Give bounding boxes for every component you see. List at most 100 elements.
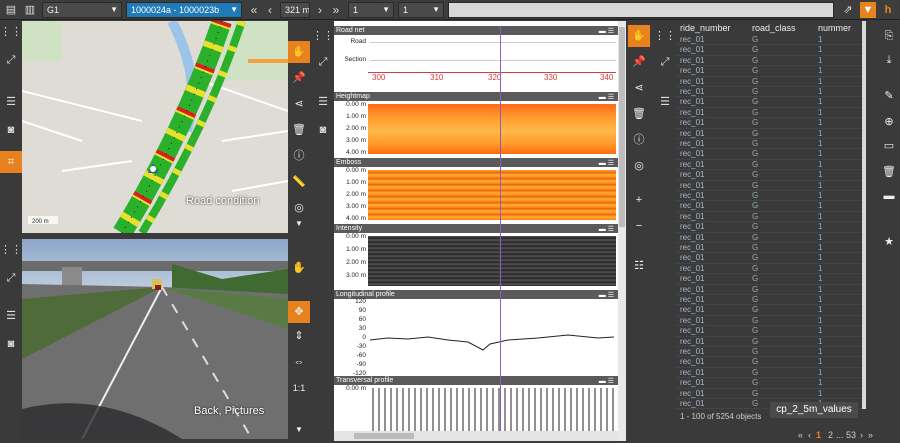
save-icon[interactable]: ▬ bbox=[878, 185, 900, 207]
menu-icon[interactable]: ▤ bbox=[3, 2, 19, 18]
next-icon[interactable]: › bbox=[312, 2, 328, 18]
position-input[interactable]: 321 m bbox=[280, 2, 310, 18]
share-icon[interactable]: ⋖ bbox=[628, 77, 650, 99]
camera-view[interactable]: Back, Pictures bbox=[22, 239, 288, 439]
table-row[interactable]: rec_01 G 1 bbox=[676, 337, 862, 347]
table-row[interactable]: rec_01 G 1 bbox=[676, 160, 862, 171]
panel-menu-icon[interactable]: ▬ ☰ bbox=[599, 291, 614, 300]
table-row[interactable]: rec_01 G 1 bbox=[676, 149, 862, 160]
table-row[interactable]: rec_01 G 1 bbox=[676, 368, 862, 379]
camera-icon[interactable]: ◙ bbox=[0, 333, 22, 355]
pagination-page[interactable]: 1 bbox=[816, 430, 821, 440]
search-input[interactable] bbox=[448, 2, 834, 18]
pagination-next[interactable]: › bbox=[860, 430, 863, 440]
grid-icon[interactable]: ⋮⋮ bbox=[312, 25, 334, 47]
panel-menu-icon[interactable]: ▬ ☰ bbox=[599, 27, 614, 36]
crop-icon[interactable]: ⌗ bbox=[0, 151, 22, 173]
pagination-page[interactable]: 53 bbox=[846, 430, 856, 440]
panel-menu-icon[interactable]: ▬ ☰ bbox=[599, 93, 614, 102]
table-row[interactable]: rec_01 G 1 bbox=[676, 264, 862, 275]
target-icon[interactable]: ◎ bbox=[628, 155, 650, 177]
intensity-image[interactable] bbox=[368, 236, 616, 286]
table-row[interactable]: rec_01 G 1 bbox=[676, 45, 862, 56]
sliders-icon[interactable]: ☰ bbox=[0, 91, 22, 113]
table-row[interactable]: rec_01 G 1 bbox=[676, 66, 862, 77]
pagination-first[interactable]: « bbox=[798, 430, 803, 440]
share-icon[interactable]: ⋖ bbox=[288, 93, 310, 115]
panel-menu-icon[interactable]: ▬ ☰ bbox=[599, 377, 614, 386]
table-row[interactable]: rec_01 G 1 bbox=[676, 274, 862, 285]
panel-menu-icon[interactable]: ▬ ☰ bbox=[599, 225, 614, 234]
columns-icon[interactable]: ▥ bbox=[22, 2, 38, 18]
hand-icon[interactable]: ✋ bbox=[628, 25, 650, 47]
filter-icon[interactable]: ▼ bbox=[860, 2, 876, 18]
camera-icon[interactable]: ◙ bbox=[312, 119, 334, 141]
pin-icon[interactable]: 📌 bbox=[628, 51, 650, 73]
vertical-scrollbar[interactable] bbox=[618, 21, 626, 441]
map-view[interactable]: 200 m Road condition bbox=[22, 21, 288, 233]
scale-one-to-one[interactable]: 1:1 bbox=[288, 377, 310, 399]
sliders-icon[interactable]: ☰ bbox=[312, 91, 334, 113]
pagination-prev[interactable]: ‹ bbox=[808, 430, 811, 440]
pagination-last[interactable]: » bbox=[868, 430, 873, 440]
table-row[interactable]: rec_01 G 1 bbox=[676, 357, 862, 368]
table-row[interactable]: rec_01 G 1 bbox=[676, 87, 862, 98]
trash-icon[interactable]: 🗑 bbox=[878, 161, 900, 183]
panel-menu-icon[interactable]: ▬ ☰ bbox=[599, 159, 614, 168]
table-row[interactable]: rec_01 G 1 bbox=[676, 35, 862, 46]
expand-icon[interactable]: ⤢ bbox=[0, 267, 22, 289]
table-row[interactable]: rec_01 G 1 bbox=[676, 170, 862, 181]
chevron-down-icon[interactable]: ▼ bbox=[288, 213, 310, 235]
sliders-icon[interactable]: ☰ bbox=[0, 305, 22, 327]
prev-icon[interactable]: ‹ bbox=[262, 2, 278, 18]
add-icon[interactable]: ⊕ bbox=[878, 111, 900, 133]
table-row[interactable]: rec_01 G 1 bbox=[676, 129, 862, 139]
move-icon[interactable]: ✥ bbox=[288, 301, 310, 323]
table-row[interactable]: rec_01 G 1 bbox=[676, 201, 862, 212]
table-row[interactable]: rec_01 G 1 bbox=[676, 97, 862, 108]
table-row[interactable]: rec_01 G 1 bbox=[676, 108, 862, 119]
table-row[interactable]: rec_01 G 1 bbox=[676, 233, 862, 243]
info-icon[interactable]: ⓘ bbox=[288, 145, 310, 167]
table-row[interactable]: rec_01 G 1 bbox=[676, 378, 862, 389]
table-row[interactable]: rec_01 G 1 bbox=[676, 389, 862, 399]
table-row[interactable]: rec_01 G 1 bbox=[676, 222, 862, 233]
table-row[interactable]: rec_01 G 1 bbox=[676, 295, 862, 306]
table-row[interactable]: rec_01 G 1 bbox=[676, 181, 862, 191]
table-row[interactable]: rec_01 G 1 bbox=[676, 139, 862, 150]
table-row[interactable]: rec_01 G 1 bbox=[676, 253, 862, 264]
table-row[interactable]: rec_01 G 1 bbox=[676, 118, 862, 129]
star-icon[interactable]: ★ bbox=[878, 231, 900, 253]
chevron-down-icon[interactable]: ▼ bbox=[288, 419, 310, 441]
info-icon[interactable]: ⓘ bbox=[628, 129, 650, 151]
table-row[interactable]: rec_01 G 1 bbox=[676, 326, 862, 337]
zoom-out-icon[interactable]: − bbox=[628, 215, 650, 237]
last-icon[interactable]: » bbox=[328, 2, 344, 18]
trash-icon[interactable]: 🗑 bbox=[628, 103, 650, 125]
table-row[interactable]: rec_01 G 1 bbox=[676, 243, 862, 254]
edit-icon[interactable]: ✎ bbox=[878, 85, 900, 107]
table-row[interactable]: rec_01 G 1 bbox=[676, 285, 862, 295]
table-row[interactable]: rec_01 G 1 bbox=[676, 56, 862, 67]
heightmap-image[interactable] bbox=[368, 104, 616, 154]
expand-icon[interactable]: ⤢ bbox=[312, 51, 334, 73]
column-header[interactable]: ride_number bbox=[680, 21, 731, 35]
first-icon[interactable]: « bbox=[246, 2, 262, 18]
share-icon[interactable]: ⇗ bbox=[840, 2, 856, 18]
window-icon[interactable]: ▭ bbox=[878, 135, 900, 157]
route-select[interactable]: 1000024a - 1000023b ▼ bbox=[126, 2, 242, 18]
field-b-select[interactable]: 1 ▼ bbox=[398, 2, 444, 18]
sliders-icon[interactable]: ☰ bbox=[654, 91, 676, 113]
column-header[interactable]: road_class bbox=[752, 21, 796, 35]
expand-icon[interactable]: ⤢ bbox=[0, 49, 22, 71]
table-scrollbar[interactable] bbox=[862, 21, 866, 409]
hand-icon[interactable]: ✋ bbox=[288, 41, 310, 63]
layer-select[interactable]: G1 ▼ bbox=[42, 2, 122, 18]
horizontal-scrollbar[interactable] bbox=[334, 431, 618, 441]
hand-icon[interactable]: ✋ bbox=[288, 257, 310, 279]
zoom-in-icon[interactable]: + bbox=[628, 189, 650, 211]
emboss-image[interactable] bbox=[368, 170, 616, 220]
position-cursor[interactable] bbox=[500, 26, 501, 436]
fit-vertical-icon[interactable]: ⇕ bbox=[288, 325, 310, 347]
table-row[interactable]: rec_01 G 1 bbox=[676, 77, 862, 87]
